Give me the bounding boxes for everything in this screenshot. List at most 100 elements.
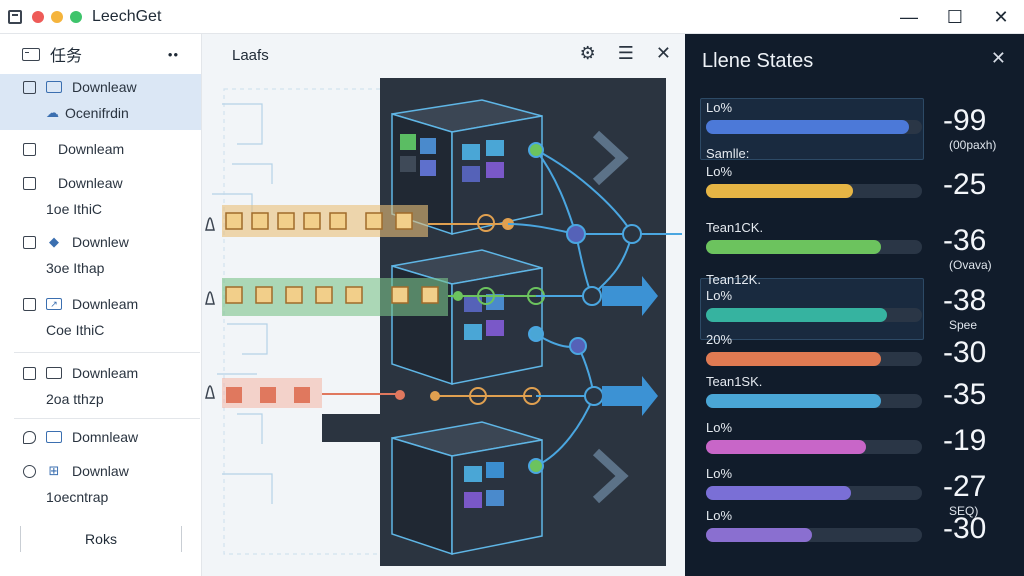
window-controls: — ☐ ✕	[886, 0, 1024, 34]
center-panel: Laafs ⚙ ☰ ✕	[202, 34, 685, 576]
sidebar-item-6[interactable]: Downleam 2oa tthzp	[0, 360, 201, 412]
bell-icons	[205, 217, 215, 399]
dropbox-icon: ◆	[49, 234, 59, 249]
stat-note: Spee	[949, 318, 978, 332]
close-button[interactable]: ✕	[978, 0, 1024, 34]
stat-progress-track	[706, 308, 922, 322]
checkbox-icon[interactable]	[23, 366, 36, 380]
stat-progress-fill	[706, 120, 909, 134]
folder-icon	[46, 431, 62, 443]
sidebar-header: 任务 ••	[0, 34, 201, 74]
stat-value: -99	[943, 104, 987, 137]
stat-note: (00paxh)	[949, 138, 997, 152]
stat-box-label: Tean12K.	[706, 272, 761, 287]
more-options-icon[interactable]: ••	[168, 47, 179, 62]
chat-icon[interactable]	[23, 430, 36, 444]
sidebar-item-label: Downleam	[72, 296, 139, 312]
stat-note: (Ovava)	[949, 258, 992, 272]
stat-label: Lo%	[706, 164, 733, 179]
minimize-button[interactable]: —	[886, 0, 932, 34]
stat-label: Lo%	[706, 420, 733, 435]
stat-progress-track	[706, 440, 922, 454]
checkbox-icon[interactable]	[23, 235, 36, 249]
stat-progress-fill	[706, 394, 881, 408]
stat-label: 20%	[706, 332, 733, 347]
sidebar-item-5[interactable]: ↗ Downleam Coe IthiC	[0, 291, 201, 343]
stats-close-icon[interactable]: ✕	[991, 48, 1006, 69]
cube-middle	[391, 249, 543, 386]
sidebar-divider	[14, 418, 200, 419]
stat-value: -25	[943, 168, 987, 201]
stat-progress-track	[706, 240, 922, 254]
checkbox-icon[interactable]	[23, 80, 36, 94]
stat-label: Lo%	[706, 288, 733, 303]
sidebar-footer-button[interactable]: Roks	[20, 526, 182, 552]
maximize-button[interactable]: ☐	[932, 0, 978, 34]
sidebar-item-sub: Ocenifrdin	[65, 105, 129, 121]
sidebar: 任务 •• Downleaw ☁ Ocenifrdin Downleam Dow…	[0, 34, 202, 576]
sidebar-item-4[interactable]: ◆ Downlew 3oe Ithap	[0, 229, 201, 281]
stats-title: Llene States	[702, 50, 814, 72]
app-icon	[8, 9, 22, 24]
folder-icon	[46, 81, 62, 93]
sidebar-divider	[14, 352, 200, 353]
stat-progress-fill	[706, 352, 881, 366]
notes-icon[interactable]: ☰	[618, 43, 634, 64]
sidebar-item-sub: 1oe IthiC	[46, 201, 103, 217]
stat-progress-fill	[706, 440, 866, 454]
grid-icon: ⊞	[48, 463, 60, 478]
stat-progress-fill	[706, 528, 812, 542]
zoom-dot-icon[interactable]	[70, 10, 82, 23]
stat-label: Lo%	[706, 508, 733, 523]
center-title: Laafs	[232, 47, 269, 64]
stat-label: Tean1CK.	[706, 220, 764, 235]
sidebar-item-sub: 2oa tthzp	[46, 391, 104, 407]
checkbox-icon[interactable]	[23, 176, 36, 190]
checkbox-icon[interactable]	[23, 142, 36, 156]
stat-value: -27	[943, 470, 987, 503]
sidebar-item-3[interactable]: Downleaw 1oe IthiC	[0, 170, 201, 222]
close-dot-icon[interactable]	[32, 10, 44, 23]
sidebar-item-sub: 1oecntrap	[46, 489, 109, 505]
checkbox-icon[interactable]	[23, 297, 36, 311]
close-panel-icon[interactable]: ✕	[656, 43, 671, 64]
title-bar: LeechGet — ☐ ✕	[0, 0, 1024, 34]
stat-label: Lo%	[706, 466, 733, 481]
stat-progress-track	[706, 352, 922, 366]
settings-icon[interactable]: ⚙	[580, 43, 596, 64]
sidebar-item-label: Downlew	[72, 234, 129, 250]
stats-panel: Llene States ✕ Samlle: Lo% -99 (00paxh) Lo% -…	[685, 34, 1024, 576]
tasks-icon	[22, 47, 40, 61]
sidebar-item-sub: Coe IthiC	[46, 322, 105, 338]
stat-progress-fill	[706, 308, 887, 322]
sidebar-item-label: Downleam	[72, 365, 139, 381]
sidebar-item-label: Downleaw	[58, 175, 123, 191]
stat-box-label: Samlle:	[706, 146, 750, 161]
sidebar-item-sub: 3oe Ithap	[46, 260, 105, 276]
stat-progress-fill	[706, 486, 851, 500]
sidebar-item-label: Downleaw	[72, 79, 137, 95]
sidebar-item-label: Downlaw	[72, 463, 129, 479]
search-icon[interactable]	[23, 464, 36, 478]
cloud-sync-icon: ☁	[46, 105, 59, 120]
minimize-dot-icon[interactable]	[51, 10, 63, 23]
sidebar-item-1[interactable]: Downleaw ☁ Ocenifrdin	[0, 74, 201, 130]
stat-progress-track	[706, 184, 922, 198]
stat-label: Tean1SK.	[706, 374, 763, 389]
chart-icon: ↗	[46, 298, 62, 310]
stat-progress-fill	[706, 184, 853, 198]
stat-progress-track	[706, 528, 922, 542]
stat-progress-track	[706, 486, 922, 500]
stat-value: -35	[943, 378, 987, 411]
stat-label: Lo%	[706, 100, 733, 115]
sidebar-item-8[interactable]: ⊞ Downlaw 1oecntrap	[0, 458, 201, 510]
sidebar-item-7[interactable]: Domnleaw	[0, 424, 201, 450]
stat-value: -38	[943, 284, 987, 317]
file-icon	[46, 367, 62, 379]
stat-value: -19	[943, 424, 987, 457]
window-title: LeechGet	[92, 7, 162, 25]
network-diagram	[205, 78, 682, 566]
stat-progress-fill	[706, 240, 881, 254]
stat-value: -36	[943, 224, 987, 257]
sidebar-item-2[interactable]: Downleam	[0, 136, 201, 162]
